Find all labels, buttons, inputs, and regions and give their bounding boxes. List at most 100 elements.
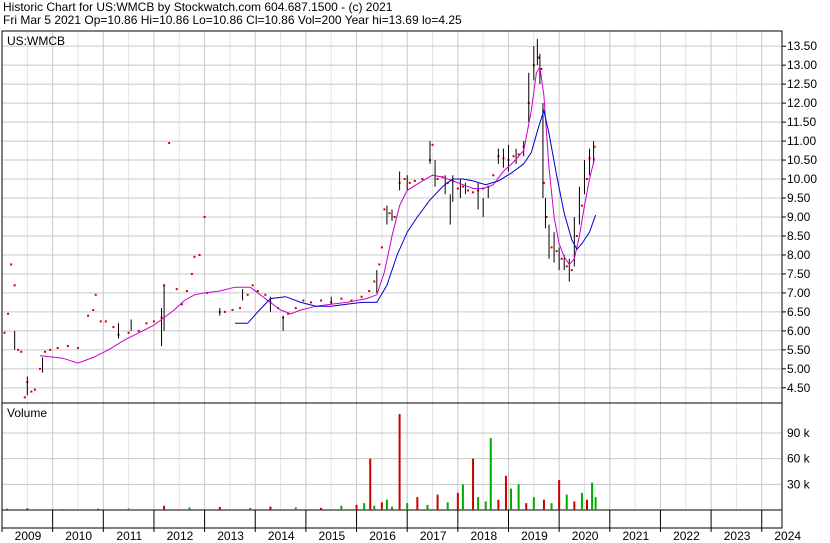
price-dot	[23, 396, 26, 399]
price-tick-label: 10.00	[787, 172, 817, 186]
year-label: 2020	[572, 529, 599, 543]
price-dot	[38, 367, 41, 370]
price-dot	[168, 141, 171, 144]
price-dot	[560, 257, 563, 260]
volume-tick-label: 60 k	[787, 452, 811, 466]
price-dot	[456, 187, 459, 190]
year-label: 2009	[15, 529, 42, 543]
volume-gridlines	[2, 432, 782, 485]
year-label: 2011	[116, 529, 142, 543]
year-label: 2024	[774, 529, 801, 543]
price-dot	[246, 293, 249, 296]
price-axis-labels: 4.50 5.00 5.50 6.00 6.50 7.00 7.50 8.00 8.50 9.00…	[782, 39, 817, 395]
price-dot	[20, 350, 23, 353]
price-tick-label: 4.50	[787, 381, 811, 395]
price-dot	[340, 297, 343, 300]
price-tick-label: 7.00	[787, 286, 811, 300]
price-panel-title: US:WMCB	[7, 34, 65, 48]
price-dot	[76, 346, 79, 349]
price-dot	[256, 290, 259, 293]
price-dot	[175, 288, 178, 291]
price-dot	[550, 246, 553, 249]
year-label: 2010	[65, 529, 92, 543]
volume-tick-label: 90 k	[787, 426, 811, 440]
volume-tick-label: 30 k	[787, 477, 811, 491]
year-label: 2012	[167, 529, 194, 543]
price-dot	[112, 326, 115, 329]
volume-panel-title: Volume	[7, 406, 47, 420]
price-dot	[145, 322, 148, 325]
price-tick-label: 6.00	[787, 324, 811, 338]
price-dot	[436, 178, 439, 181]
price-dot	[13, 284, 16, 287]
price-dot	[421, 178, 424, 181]
price-dot	[570, 269, 573, 272]
price-dot	[383, 208, 386, 211]
year-axis-frame	[1, 509, 783, 529]
price-dot	[185, 290, 188, 293]
price-dot	[492, 174, 495, 177]
price-dot	[190, 272, 193, 275]
price-dot	[99, 320, 102, 323]
price-tick-label: 8.50	[787, 229, 811, 243]
price-dot	[555, 250, 558, 253]
price-tick-label: 13.50	[787, 39, 817, 53]
price-dot	[251, 284, 254, 287]
price-series	[3, 38, 597, 399]
price-dot	[302, 299, 305, 302]
stock-chart: US:WMCB Volume 4.50 5.00 5.50 6.00 6.50 7.00 7…	[1, 30, 817, 543]
volume-bars	[6, 414, 597, 510]
price-dot	[466, 189, 469, 192]
price-dot	[461, 185, 464, 188]
price-dot	[104, 320, 107, 323]
price-dot	[66, 345, 69, 348]
price-dot	[127, 331, 130, 334]
price-dot	[380, 246, 383, 249]
price-dot	[360, 295, 363, 298]
price-dot	[575, 234, 578, 237]
year-axis-labels: 2009 2010 2011 2012 2013 2014 2015 2016 2017 2018…	[1, 510, 801, 543]
volume-panel-frame	[1, 402, 783, 511]
price-dot	[56, 346, 59, 349]
price-dot	[137, 329, 140, 332]
price-dot	[393, 216, 396, 218]
price-dot	[413, 179, 416, 182]
price-dot	[309, 301, 312, 304]
price-dot	[388, 212, 391, 215]
price-tick-label: 9.50	[787, 191, 811, 205]
price-tick-label: 5.00	[787, 362, 811, 376]
year-label: 2014	[268, 529, 295, 543]
price-dot	[94, 293, 97, 296]
price-dot	[92, 309, 95, 311]
price-dot	[378, 263, 381, 266]
price-dot	[586, 178, 588, 181]
price-dot	[408, 181, 411, 184]
year-label: 2017	[420, 529, 447, 543]
price-dot	[239, 307, 242, 310]
price-tick-label: 6.50	[787, 305, 811, 319]
price-dot	[294, 307, 297, 310]
price-dot	[373, 280, 376, 283]
price-dot	[10, 263, 13, 266]
price-dot	[223, 310, 226, 313]
price-dot	[368, 290, 371, 293]
year-label: 2022	[673, 529, 700, 543]
price-dot	[231, 309, 234, 311]
price-dot	[565, 265, 568, 268]
year-label: 2015	[319, 529, 346, 543]
price-tick-label: 12.50	[787, 77, 817, 91]
price-tick-label: 13.00	[787, 58, 817, 72]
price-dot	[403, 178, 406, 181]
price-tick-label: 12.00	[787, 96, 817, 110]
year-label: 2019	[521, 529, 548, 543]
price-tick-label: 11.50	[787, 115, 816, 129]
price-dot	[49, 348, 52, 351]
moving-average-line	[39, 65, 596, 364]
year-label: 2021	[622, 529, 649, 543]
year-label: 2013	[217, 529, 244, 543]
price-dot	[512, 155, 515, 158]
price-tick-label: 10.50	[787, 153, 817, 167]
price-tick-label: 7.50	[787, 267, 811, 281]
price-tick-label: 5.50	[787, 343, 811, 357]
price-tick-label: 8.00	[787, 248, 811, 262]
